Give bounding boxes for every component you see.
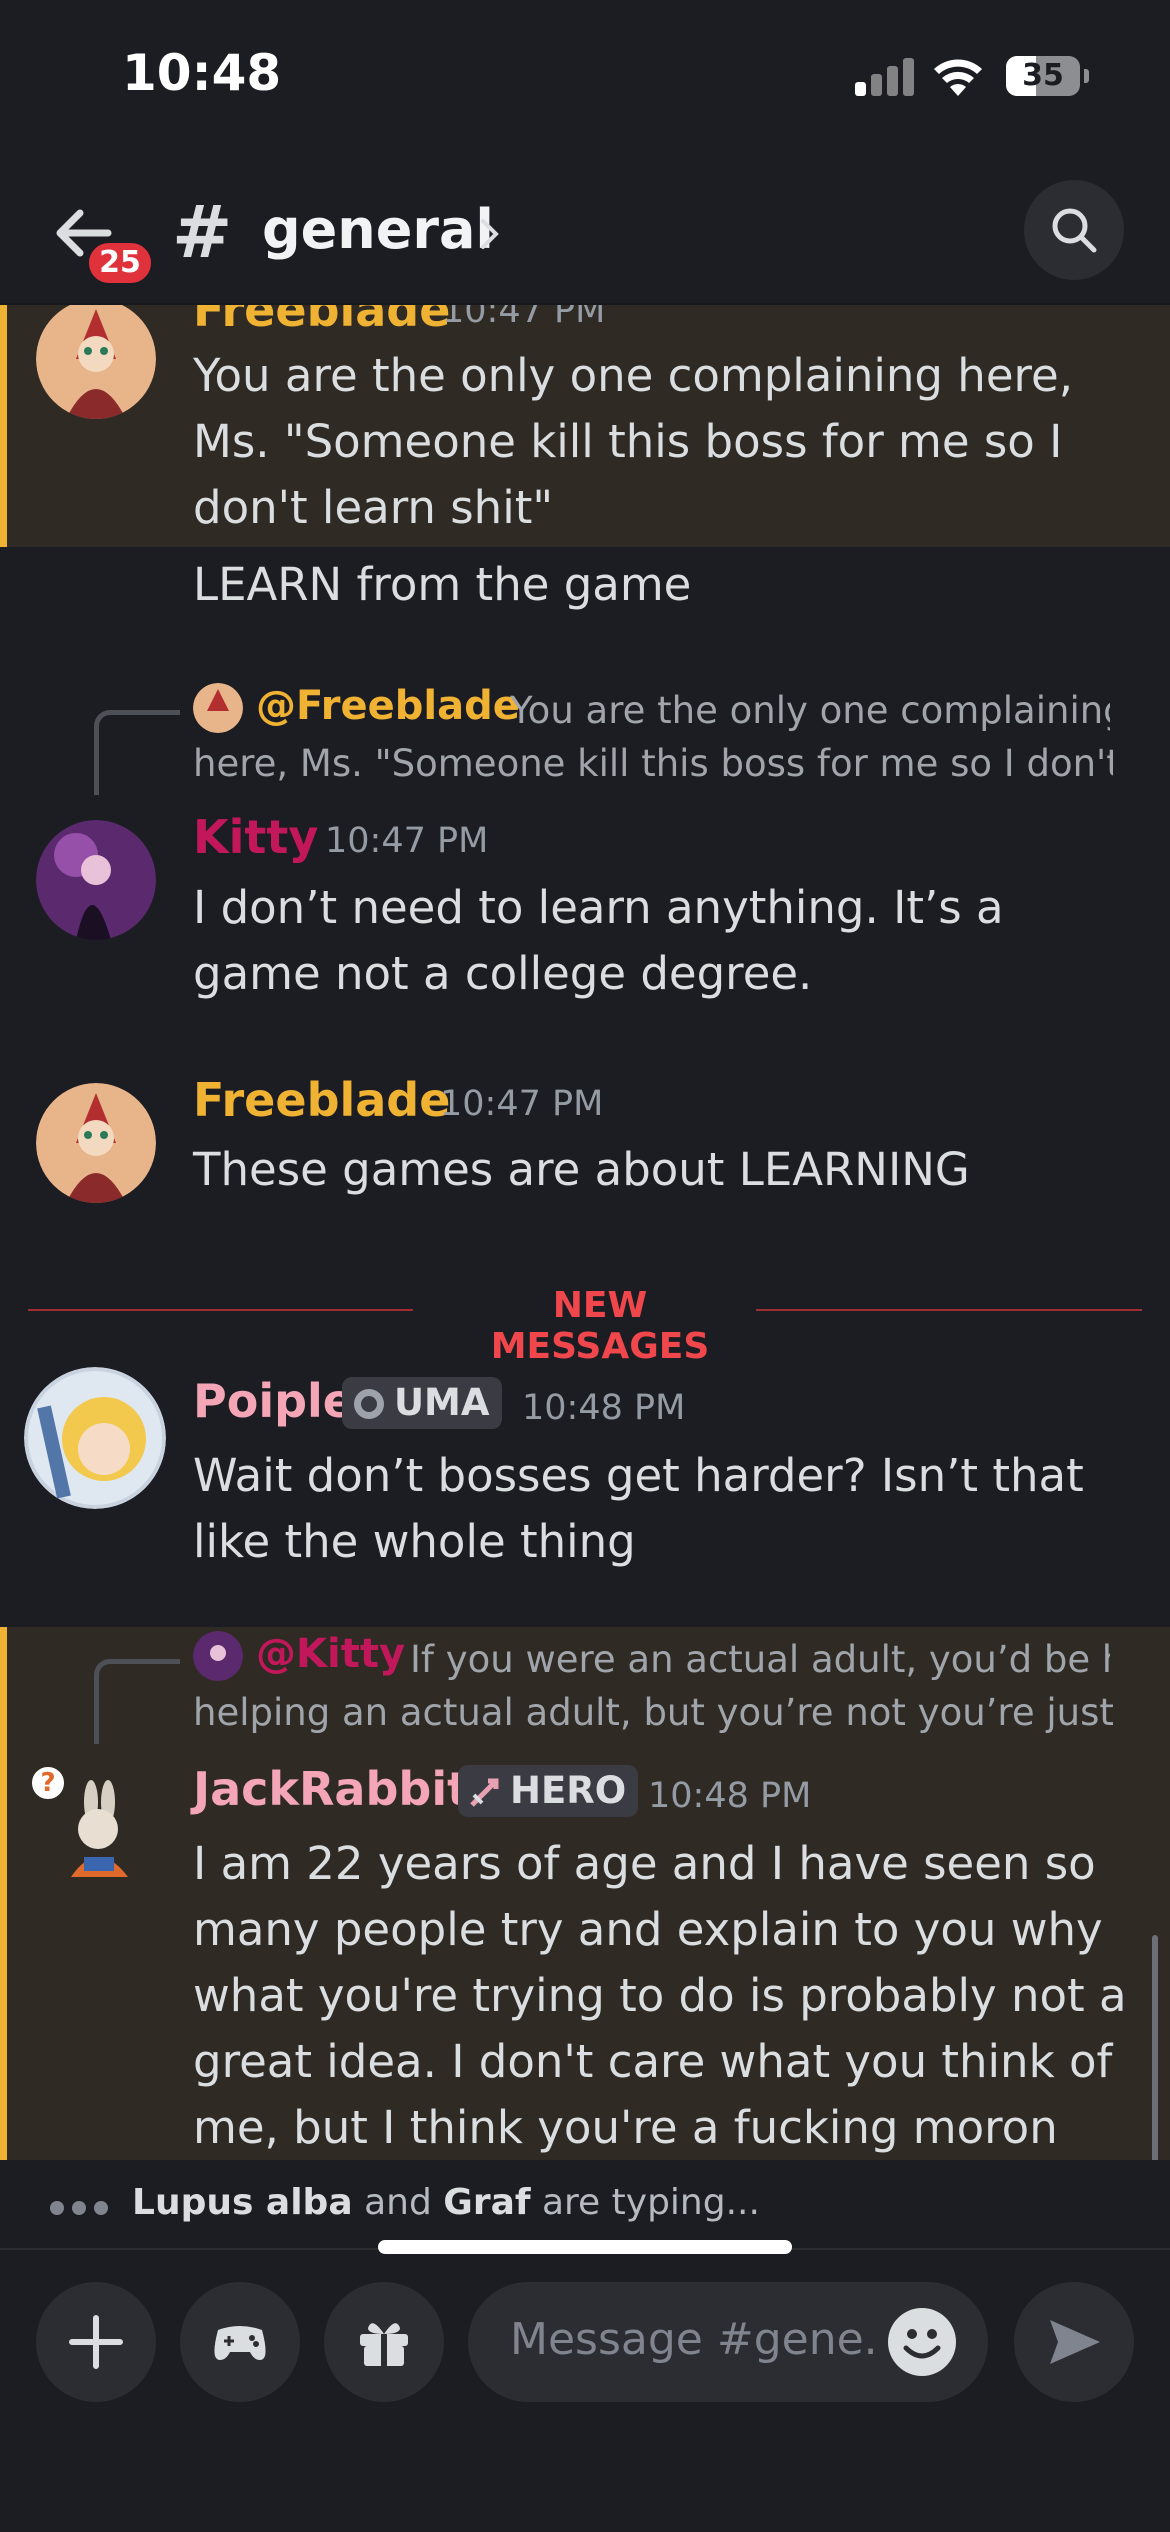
message-text: I am 22 years of age and I have seen so … [193, 1837, 1127, 2154]
wifi-icon [932, 54, 984, 96]
new-messages-label: NEW MESSAGES [490, 1285, 710, 1367]
message-author[interactable]: Freeblade [193, 1073, 450, 1127]
search-icon [1052, 208, 1097, 253]
reply-mention[interactable]: @Freeblade [256, 683, 520, 729]
reply-avatar [193, 683, 243, 733]
reply-preview-line2[interactable]: here, Ms. "Someone kill this boss for me… [193, 742, 1113, 785]
gamepad-icon [214, 2326, 266, 2360]
message-text: These games are about LEARNING [193, 1143, 970, 1196]
typing-text: Lupus alba and Graf are typing... [132, 2182, 760, 2223]
scrollbar[interactable] [1152, 1935, 1158, 2160]
reply-preview-line2[interactable]: helping an actual adult, but you’re not … [193, 1691, 1113, 1734]
battery-icon: 35 [1006, 56, 1089, 96]
battery-level: 35 [1022, 58, 1064, 93]
role-tag: UMA [342, 1377, 502, 1429]
plus-icon [69, 2315, 123, 2369]
reply-preview[interactable]: If you were an actual adult, you’d be he… [410, 1638, 1110, 1681]
avatar-poiple[interactable] [24, 1367, 166, 1509]
sword-icon [470, 1778, 499, 1807]
search-button[interactable] [1024, 180, 1124, 280]
chevron-right-icon [481, 219, 499, 249]
activities-button[interactable] [180, 2282, 300, 2402]
home-indicator[interactable] [378, 2240, 792, 2254]
channel-header: 25 # general [0, 150, 1170, 305]
status-bar: 10:48 35 [0, 0, 1170, 150]
message-input-placeholder: Message #gene... [510, 2314, 880, 2365]
horseshoe-icon [354, 1389, 384, 1419]
message-timestamp: 10:47 PM [440, 1084, 604, 1124]
smiley-icon [903, 2329, 941, 2359]
reply-avatar [193, 1631, 243, 1681]
add-attachment-button[interactable] [36, 2282, 156, 2402]
message-timestamp: 10:48 PM [522, 1388, 686, 1428]
message-text: LEARN from the game [193, 558, 692, 611]
gift-button[interactable] [324, 2282, 444, 2402]
new-messages-divider: NEW MESSAGES [28, 1285, 1142, 1367]
typing-dots-icon [50, 2200, 116, 2219]
composer: Message #gene... [0, 2252, 1170, 2532]
channel-title[interactable]: general [262, 198, 494, 261]
message-author[interactable]: JackRabbit [193, 1762, 469, 1816]
message-author[interactable]: Kitty [193, 810, 318, 864]
message-text: Wait don’t bosses get harder? Isn’t that… [193, 1449, 1084, 1568]
reply-mention[interactable]: @Kitty [256, 1631, 405, 1677]
status-time: 10:48 [122, 44, 282, 102]
emoji-button[interactable] [888, 2308, 956, 2376]
avatar-kitty[interactable] [36, 820, 156, 940]
send-icon [1050, 2320, 1100, 2364]
signal-icon [855, 58, 915, 96]
unread-badge: 25 [84, 238, 156, 288]
message-timestamp: 10:48 PM [648, 1776, 812, 1816]
message-text: I don’t need to learn anything. It’s a g… [193, 881, 1004, 1000]
avatar-freeblade[interactable] [36, 1083, 156, 1203]
message-input[interactable]: Message #gene... [468, 2282, 988, 2402]
gift-icon [360, 2323, 408, 2366]
send-button[interactable] [1014, 2282, 1134, 2402]
typing-indicator: Lupus alba and Graf are typing... [0, 2160, 1170, 2250]
role-tag: HERO [458, 1765, 639, 1817]
message-text: You are the only one complaining here, M… [193, 349, 1074, 534]
message-timestamp: 10:47 PM [442, 305, 606, 331]
message-author[interactable]: Poiple [193, 1374, 354, 1428]
message-list[interactable]: Freeblade 10:47 PM You are the only one … [0, 305, 1170, 2160]
hash-icon: # [172, 190, 233, 274]
message-author[interactable]: Freeblade [193, 305, 450, 337]
reply-preview[interactable]: You are the only one complaining here, M… [510, 689, 1110, 732]
question-badge: ? [28, 1763, 68, 1803]
message-timestamp: 10:47 PM [325, 821, 489, 861]
